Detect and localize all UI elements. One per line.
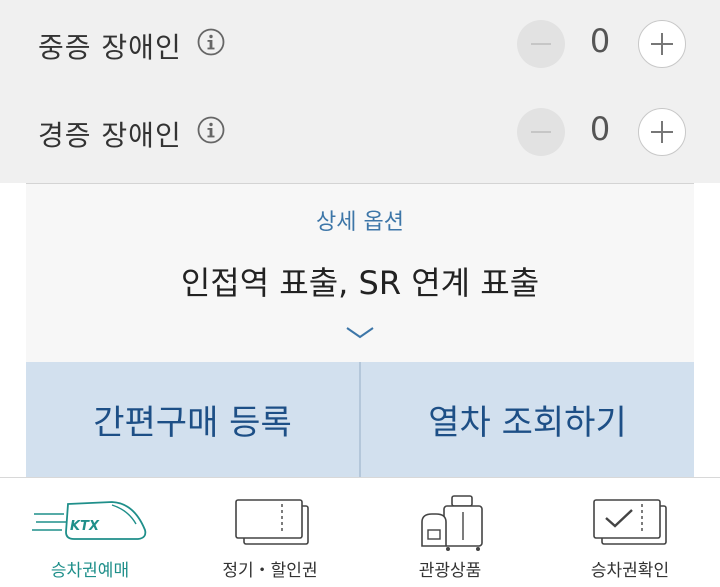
search-trains-button[interactable]: 열차 조회하기: [361, 362, 694, 477]
ticket-check-icon: [593, 499, 667, 545]
luggage-icon: [421, 495, 483, 551]
plus-icon: [651, 33, 673, 55]
tab-tour-products[interactable]: 관광상품: [360, 478, 540, 587]
detail-options-toggle[interactable]: 상세 옵션 인접역 표출, SR 연계 표출: [26, 184, 694, 362]
passenger-count: 0: [589, 22, 611, 60]
passenger-row-mild-disabled: 경증 장애인 0: [0, 88, 720, 176]
tab-label: 정기・할인권: [222, 561, 318, 581]
passenger-type-label: 경증 장애인: [38, 119, 182, 152]
decrease-button[interactable]: [517, 20, 565, 68]
svg-text:KTX: KTX: [70, 519, 100, 534]
passenger-type-label: 중증 장애인: [38, 31, 182, 64]
tab-ticket-booking[interactable]: KTX 승차권예매: [0, 478, 180, 587]
tab-label: 승차권예매: [50, 561, 130, 581]
tab-season-discount-tickets[interactable]: 정기・할인권: [180, 478, 360, 587]
tab-label: 관광상품: [418, 561, 482, 581]
passenger-section: 중증 장애인 0 경증 장애인 0: [0, 0, 720, 183]
info-icon[interactable]: [197, 28, 225, 56]
minus-icon: [531, 43, 551, 45]
tab-label: 승차권확인: [590, 561, 670, 581]
detail-options-value: 인접역 표출, SR 연계 표출: [180, 264, 540, 302]
quick-purchase-register-button[interactable]: 간편구매 등록: [26, 362, 359, 477]
info-icon[interactable]: [197, 116, 225, 144]
action-bar: 간편구매 등록 열차 조회하기: [26, 362, 694, 477]
minus-icon: [531, 131, 551, 133]
increase-button[interactable]: [638, 108, 686, 156]
bottom-tab-bar: KTX 승차권예매 정기・할인권 관광상품 승차권확인: [0, 477, 720, 587]
chevron-down-icon: [346, 327, 374, 339]
increase-button[interactable]: [638, 20, 686, 68]
decrease-button[interactable]: [517, 108, 565, 156]
tab-ticket-check[interactable]: 승차권확인: [540, 478, 720, 587]
detail-options-caption: 상세 옵션: [316, 210, 404, 235]
plus-icon: [651, 121, 673, 143]
ticket-icon: [235, 499, 309, 545]
passenger-count: 0: [589, 110, 611, 148]
passenger-row-severe-disabled: 중증 장애인 0: [0, 0, 720, 88]
ktx-train-icon: KTX: [32, 501, 147, 540]
